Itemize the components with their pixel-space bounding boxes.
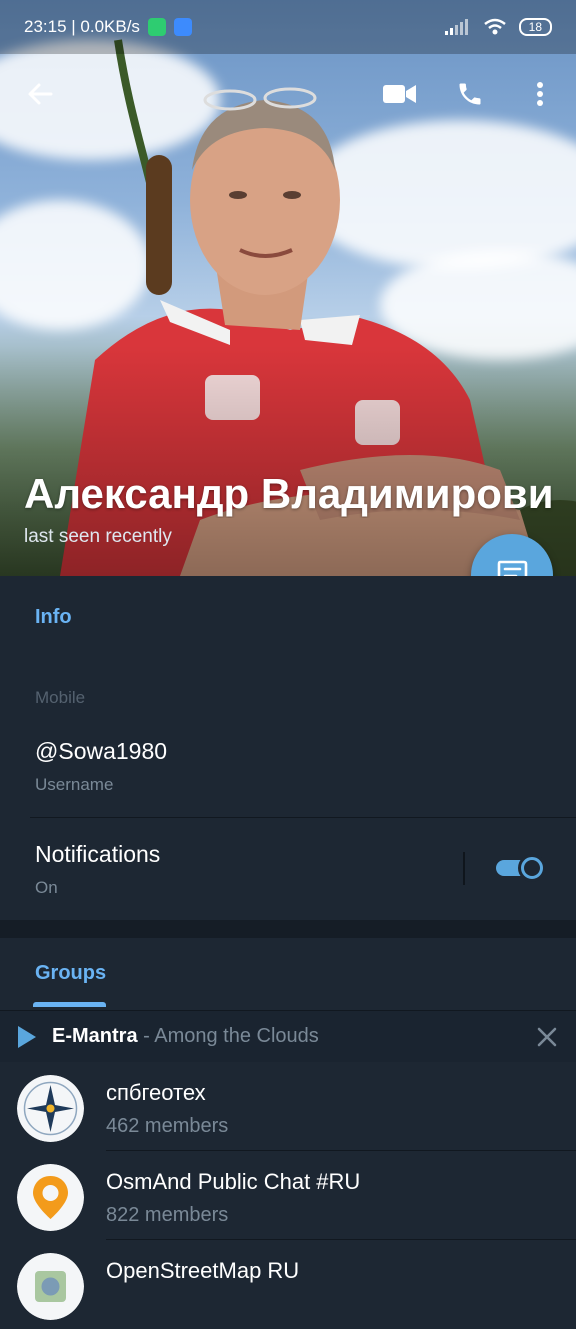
profile-toolbar — [0, 70, 576, 120]
group-name: OsmAnd Public Chat #RU — [106, 1169, 361, 1194]
openstreetmap-logo-icon — [17, 1253, 84, 1320]
more-vert-icon — [537, 82, 543, 106]
list-item[interactable]: OpenStreetMap RU — [0, 1240, 576, 1329]
osmand-logo-icon — [17, 1164, 84, 1231]
track-info: E-Mantra - Among the Clouds — [52, 1025, 319, 1048]
play-icon[interactable] — [18, 1026, 36, 1048]
notifications-title: Notifications — [35, 841, 161, 867]
profile-photo[interactable]: 23:15 | 0.0KB/s 18 Александр Владимирови… — [0, 0, 576, 576]
video-call-button[interactable] — [376, 70, 424, 118]
list-item[interactable]: OsmAnd Public Chat #RU 822 members — [0, 1151, 576, 1240]
list-item[interactable]: спбгеотех 462 members — [0, 1062, 576, 1151]
wifi-icon — [483, 18, 506, 35]
username-value: @Sowa1980 — [35, 738, 168, 764]
status-bar: 23:15 | 0.0KB/s 18 — [0, 0, 576, 54]
tab-indicator — [33, 1002, 106, 1007]
status-time-speed: 23:15 | 0.0KB/s — [24, 17, 140, 36]
group-members: 462 members — [106, 1115, 229, 1137]
battery-indicator: 18 — [518, 18, 552, 36]
close-icon[interactable] — [535, 1025, 559, 1049]
vertical-separator — [463, 852, 465, 885]
mobile-label[interactable]: Mobile — [35, 688, 85, 708]
phone-icon — [459, 83, 481, 105]
info-section-title: Info — [35, 606, 72, 628]
compass-logo-icon — [17, 1075, 84, 1142]
profile-name: Александр Владимирови — [24, 470, 554, 517]
notifications-toggle[interactable] — [494, 854, 546, 882]
username-label: Username — [35, 775, 114, 794]
voice-call-button[interactable] — [446, 70, 494, 118]
group-avatar — [17, 1253, 84, 1320]
music-player-bar[interactable]: E-Mantra - Among the Clouds — [0, 1010, 576, 1062]
group-name: OpenStreetMap RU — [106, 1258, 300, 1283]
group-avatar — [17, 1164, 84, 1231]
groups-list: спбгеотех 462 members OsmAnd Public Chat… — [0, 1062, 576, 1320]
back-button[interactable] — [16, 70, 64, 118]
shield-app-icon — [147, 18, 166, 36]
notifications-state: On — [35, 878, 58, 897]
tab-groups[interactable]: Groups — [35, 962, 106, 985]
group-name: спбгеотех — [106, 1080, 206, 1105]
calendar-app-icon — [173, 18, 192, 36]
info-section: Info Mobile @Sowa1980 Username Notificat… — [0, 576, 576, 920]
track-separator: - — [137, 1025, 155, 1047]
group-members: 822 members — [106, 1204, 229, 1226]
more-options-button[interactable] — [516, 70, 564, 118]
shared-media-tabs: Groups — [0, 938, 576, 1010]
track-artist: E-Mantra — [52, 1025, 138, 1047]
group-avatar — [17, 1075, 84, 1142]
signal-icon — [444, 19, 468, 35]
arrow-back-icon — [28, 83, 53, 105]
profile-last-seen: last seen recently — [24, 526, 172, 547]
divider — [30, 817, 576, 818]
section-gap — [0, 920, 576, 938]
video-camera-icon — [383, 85, 416, 103]
track-title: Among the Clouds — [154, 1025, 319, 1047]
toggle-knob — [518, 854, 546, 882]
